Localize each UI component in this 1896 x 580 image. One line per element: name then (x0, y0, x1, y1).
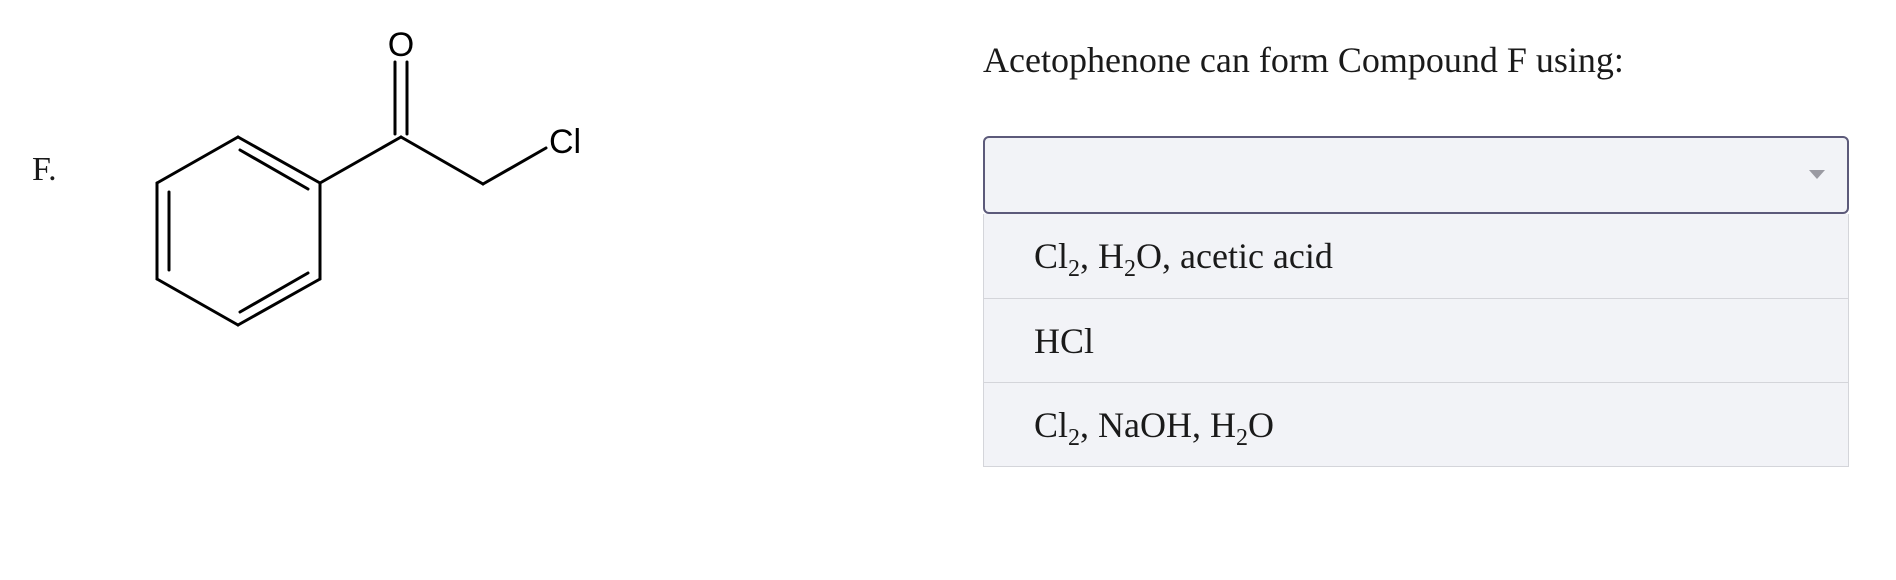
option-text: Cl2, NaOH, H2O (1034, 404, 1274, 451)
ring-bond (236, 277, 322, 327)
option-cl2-naoh-h2o[interactable]: Cl2, NaOH, H2O (984, 382, 1848, 466)
caret-down-icon[interactable] (1809, 170, 1825, 179)
chain-bond (399, 135, 485, 186)
ring-bond (236, 135, 322, 185)
chlorine-atom-label: Cl (549, 123, 581, 161)
option-hcl[interactable]: HCl (984, 298, 1848, 382)
ring-carbonyl-bond (318, 135, 403, 185)
option-cl2-h2o-acetic-acid[interactable]: Cl2, H2O, acetic acid (984, 214, 1848, 298)
question-prompt: Acetophenone can form Compound F using: (983, 40, 1624, 80)
ring-bond (155, 277, 240, 327)
option-text: HCl (1034, 320, 1095, 361)
option-text: Cl2, H2O, acetic acid (1034, 236, 1333, 282)
compound-f-structure: O Cl (155, 26, 581, 327)
ring-bond (155, 135, 240, 185)
oxygen-atom-label: O (388, 26, 414, 64)
chlorine-bond (481, 146, 548, 186)
reagent-select[interactable] (983, 136, 1849, 214)
reagent-options-list: Cl2, H2O, acetic acid HCl Cl2, NaOH, H2O (983, 214, 1849, 467)
